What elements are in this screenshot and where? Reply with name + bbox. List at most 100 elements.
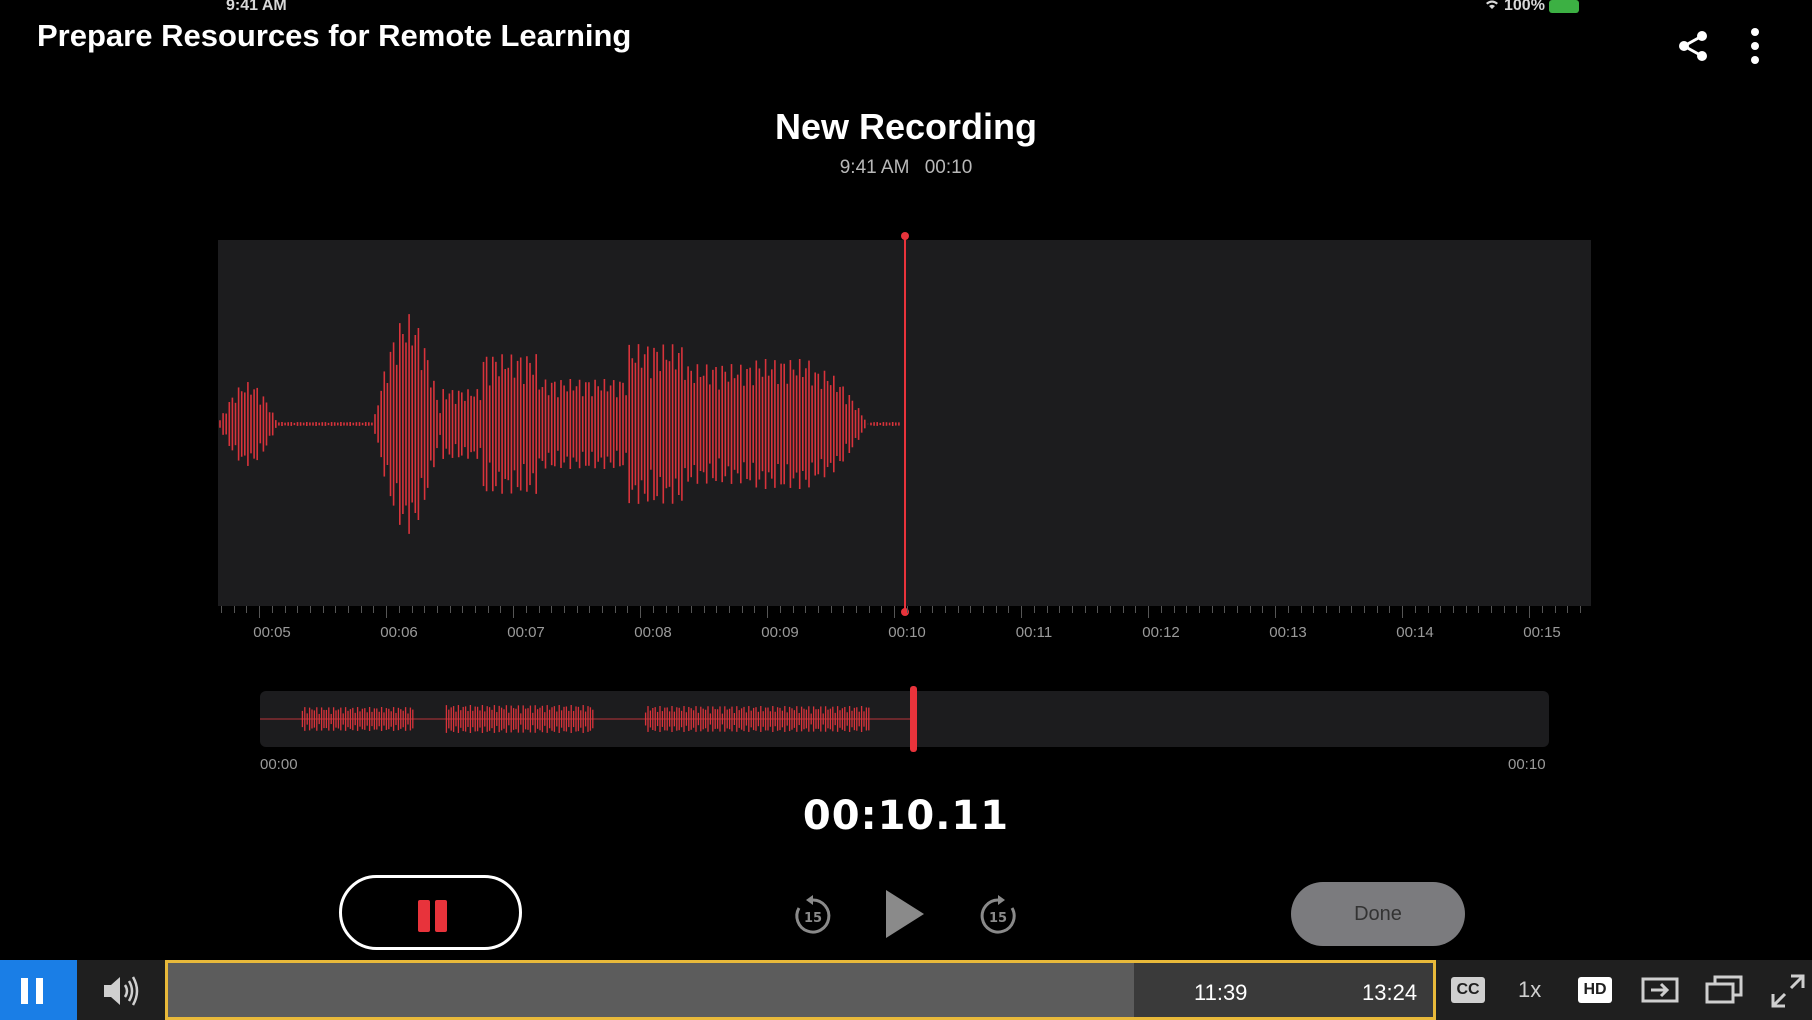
quality-hd-button[interactable]: HD [1578,977,1612,1003]
playhead-knob[interactable] [901,232,909,240]
ruler-tick [411,606,413,613]
ruler-tick [221,606,222,613]
overview-start-time: 00:00 [260,756,298,773]
ruler-tick [1059,606,1061,613]
ruler-tick [944,606,946,613]
battery-icon [1548,0,1579,13]
ruler-tick [1491,606,1492,613]
more-options-icon[interactable] [1740,24,1770,68]
player-pause-bar-left [21,978,28,1004]
ruler-tick [1097,606,1099,613]
ruler-tick [1402,606,1404,618]
recording-title: New Recording [774,106,1038,147]
skip-back-15-button[interactable]: 15 [790,893,836,944]
overview-end-time: 00:10 [1508,756,1546,773]
ruler-tick [843,606,845,613]
ruler-tick [1554,606,1556,613]
ruler-tick [1262,606,1264,613]
ruler-tick [1452,606,1454,613]
player-pause-button[interactable] [0,960,77,1020]
ruler-label: 00:14 [1396,624,1434,641]
share-icon[interactable] [1675,28,1711,64]
current-time: 11:39 [1194,980,1248,1005]
recording-time: 9:41 AM [839,157,910,178]
ruler-tick [513,606,515,618]
ruler-tick [652,606,654,613]
ruler-tick [767,606,769,618]
ruler-tick [1198,606,1200,613]
ruler-tick [906,606,908,613]
battery-percent: 100% [1504,0,1545,14]
ruler-tick [246,606,248,613]
theater-mode-icon[interactable] [1641,972,1679,1013]
ruler-tick [894,606,896,618]
ruler-tick [538,606,540,613]
ruler-label: 00:09 [761,624,799,641]
ruler-tick [970,606,972,613]
ruler-tick [1186,606,1188,613]
ruler-tick [995,606,997,613]
ruler-tick [1567,606,1569,613]
ruler-tick [1021,606,1023,618]
ruler-tick [957,606,959,613]
ruler-tick [398,606,400,613]
ruler-tick [360,606,362,613]
ruler-tick [335,606,337,613]
ruler-tick [665,606,667,613]
ruler-tick [602,606,603,613]
total-duration: 13:24 [1362,980,1418,1005]
ruler-tick [589,606,591,613]
play-icon [886,890,924,938]
player-pause-bar-right [36,978,43,1004]
ruler-tick [1427,606,1429,613]
ruler-tick [881,606,883,613]
closed-captions-button[interactable]: CC [1451,977,1485,1003]
ruler-tick [1503,606,1505,613]
ruler-tick [1541,606,1543,613]
ruler-tick [1224,606,1226,613]
ruler-tick [487,606,489,613]
ruler-label: 00:15 [1523,624,1561,641]
ruler-label: 00:06 [380,624,418,641]
ruler-tick [1465,606,1467,613]
ruler-tick [1389,606,1391,613]
done-button[interactable]: Done [1291,882,1465,946]
playback-speed-button[interactable]: 1x [1518,977,1541,1003]
ruler-tick [462,606,464,613]
picture-in-picture-icon[interactable] [1705,972,1743,1013]
ruler-tick [729,606,730,613]
waveform[interactable] [218,232,1591,616]
overview-playhead[interactable] [910,686,917,752]
ruler-tick [678,606,680,613]
ruler-tick [1275,606,1277,618]
ruler-label: 00:13 [1269,624,1307,641]
ruler-tick [779,606,781,613]
ruler-tick [1211,606,1213,613]
ruler-tick [754,606,756,613]
pause-recording-button[interactable] [339,875,522,950]
ruler-tick [1579,606,1581,613]
fullscreen-icon[interactable] [1769,972,1807,1015]
ruler-tick [703,606,705,613]
ruler-label: 00:07 [507,624,545,641]
ruler-tick [475,606,476,613]
skip-forward-15-button[interactable]: 15 [975,893,1021,944]
play-button[interactable] [880,886,928,947]
overview-waveform[interactable] [260,686,1549,752]
ruler-tick [1148,606,1150,618]
ruler-tick [1173,606,1175,613]
ruler-tick [500,606,502,613]
ruler-tick [614,606,616,613]
ruler-tick [1351,606,1353,613]
ruler-tick [1071,606,1073,613]
video-title: Prepare Resources for Remote Learning [37,18,632,53]
volume-icon[interactable] [100,972,142,1015]
ruler-tick [1122,606,1124,613]
ruler-tick [868,606,870,613]
ruler-tick [424,606,426,613]
ruler-tick [348,606,349,613]
ruler-tick [1325,606,1327,613]
forward-icon: 15 [980,895,1016,934]
ruler-label: 00:08 [634,624,672,641]
ruler-tick [627,606,629,613]
